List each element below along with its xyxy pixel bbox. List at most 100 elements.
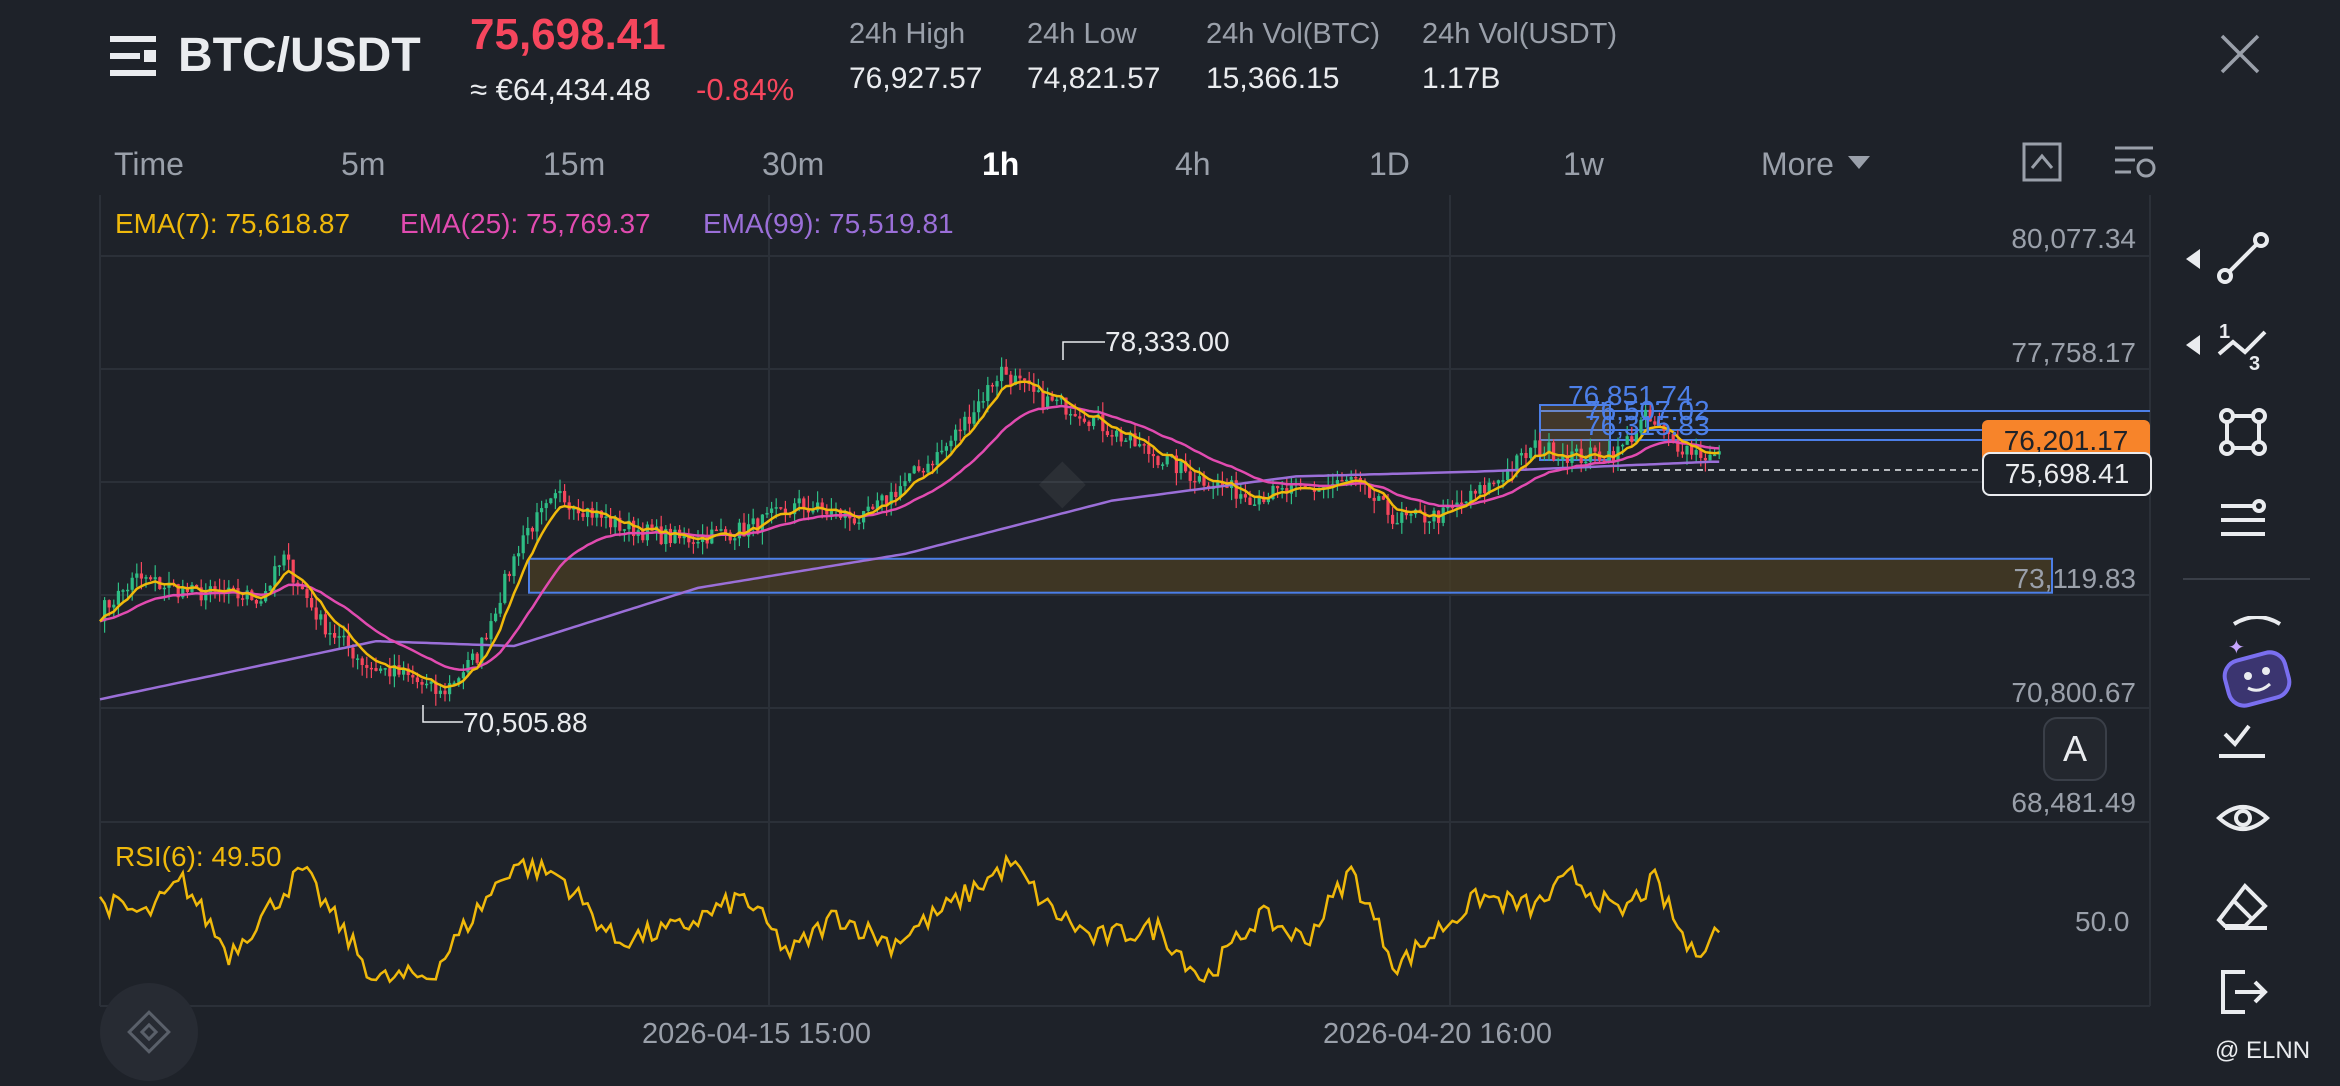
candle-body bbox=[774, 507, 778, 509]
candle-body bbox=[908, 473, 912, 482]
candle-body bbox=[282, 554, 286, 566]
tab-more[interactable]: More bbox=[1761, 146, 1834, 183]
expand-left-icon[interactable] bbox=[2186, 249, 2202, 269]
candle-body bbox=[521, 535, 525, 554]
svg-text:✦: ✦ bbox=[2228, 635, 2245, 659]
tab-30m[interactable]: 30m bbox=[762, 146, 824, 183]
rectangle-tool-icon[interactable] bbox=[2215, 404, 2271, 460]
candle-body bbox=[903, 481, 907, 487]
candle-body bbox=[319, 614, 323, 620]
candle-body bbox=[383, 668, 387, 670]
horizontal-lines-tool-icon[interactable] bbox=[2215, 492, 2271, 548]
candle-body bbox=[420, 682, 424, 685]
candle-body bbox=[673, 529, 677, 544]
high-marker bbox=[1062, 341, 1105, 360]
eraser-icon[interactable] bbox=[2215, 878, 2271, 934]
candle-body bbox=[149, 577, 153, 580]
pair-title[interactable]: BTC/USDT bbox=[178, 28, 421, 83]
candle-body bbox=[1690, 445, 1694, 455]
expand-left-icon-2[interactable] bbox=[2186, 335, 2202, 355]
candle-body bbox=[1023, 378, 1027, 381]
ai-assistant-icon[interactable]: ✦ bbox=[2204, 616, 2310, 716]
svg-text:1: 1 bbox=[2219, 321, 2230, 343]
candle-body bbox=[425, 683, 429, 686]
candle-body bbox=[866, 506, 870, 512]
candle-body bbox=[765, 512, 769, 515]
candle-body bbox=[737, 522, 741, 539]
candle-body bbox=[963, 416, 967, 431]
tab-time[interactable]: Time bbox=[114, 146, 184, 183]
candle-body bbox=[126, 589, 130, 592]
auto-scale-button[interactable]: A bbox=[2043, 717, 2107, 781]
candle-body bbox=[300, 586, 304, 590]
candle-body bbox=[1124, 440, 1128, 442]
candle-body bbox=[949, 440, 953, 447]
exit-drawing-icon[interactable] bbox=[2215, 964, 2271, 1020]
tab-5m[interactable]: 5m bbox=[341, 146, 385, 183]
candle-body bbox=[986, 385, 990, 402]
chart-grid bbox=[99, 195, 2151, 1007]
candle-body bbox=[1161, 464, 1165, 466]
measure-tool-icon[interactable] bbox=[2215, 712, 2271, 768]
low-label: 70,505.88 bbox=[463, 707, 588, 738]
candle-body bbox=[241, 598, 245, 600]
candle-body bbox=[130, 577, 134, 590]
candle-body bbox=[535, 512, 539, 532]
tab-1w[interactable]: 1w bbox=[1563, 146, 1604, 183]
candle-body bbox=[1469, 490, 1473, 502]
close-icon[interactable] bbox=[2218, 32, 2262, 76]
tab-1d[interactable]: 1D bbox=[1369, 146, 1410, 183]
stat-label-high: 24h High bbox=[849, 18, 966, 50]
candle-body bbox=[981, 401, 985, 403]
candle-body bbox=[1073, 414, 1077, 417]
candle-body bbox=[659, 526, 663, 545]
candle-body bbox=[314, 607, 318, 620]
menu-icon[interactable] bbox=[110, 34, 158, 78]
tab-4h[interactable]: 4h bbox=[1175, 146, 1211, 183]
ema7-line bbox=[99, 380, 1720, 689]
candle-body bbox=[461, 672, 465, 679]
caret-down-icon[interactable] bbox=[1848, 156, 1870, 170]
y-tick-6: 68,481.49 bbox=[2011, 787, 2136, 818]
candle-body bbox=[751, 518, 755, 525]
stat-value-vol-btc: 15,366.15 bbox=[1206, 62, 1340, 95]
candle-body bbox=[1354, 477, 1358, 479]
candle-body bbox=[1000, 366, 1004, 382]
candle-body bbox=[484, 637, 488, 640]
candle-body bbox=[1529, 447, 1533, 459]
candle-body bbox=[1188, 471, 1192, 481]
ema7-label: EMA(7): 75,618.87 bbox=[115, 208, 351, 239]
candle-body bbox=[351, 647, 355, 659]
eye-icon[interactable] bbox=[2215, 790, 2271, 846]
candle-body bbox=[530, 527, 534, 532]
candle-body bbox=[944, 446, 948, 451]
candle-body bbox=[1519, 453, 1523, 456]
chart-settings-icon[interactable] bbox=[2113, 142, 2157, 182]
rsi-level-label: 50.0 bbox=[2075, 906, 2130, 937]
ema25-label: EMA(25): 75,769.37 bbox=[400, 208, 651, 239]
fibonacci-tool-icon[interactable]: 1 3 bbox=[2215, 318, 2271, 374]
binance-fab-button[interactable] bbox=[100, 983, 198, 1081]
candle-body bbox=[374, 668, 378, 671]
candle-body bbox=[549, 498, 553, 504]
candle-body bbox=[1377, 496, 1381, 501]
candle-body bbox=[1092, 417, 1096, 427]
candle-body bbox=[1004, 366, 1008, 375]
y-tick-5: 70,800.67 bbox=[2011, 677, 2136, 708]
candle-body bbox=[885, 495, 889, 505]
chart-fullscreen-icon[interactable] bbox=[2022, 142, 2062, 182]
candle-body bbox=[1179, 461, 1183, 474]
tab-15m[interactable]: 15m bbox=[543, 146, 605, 183]
tab-1h[interactable]: 1h bbox=[982, 146, 1019, 183]
candle-body bbox=[1575, 448, 1579, 452]
candle-body bbox=[1584, 461, 1588, 464]
trendline-tool-icon[interactable] bbox=[2215, 230, 2271, 286]
candle-body bbox=[1087, 421, 1091, 427]
support-zone bbox=[528, 557, 2053, 594]
candle-body bbox=[1552, 442, 1556, 461]
x-tick-2: 2026-04-20 16:00 bbox=[1323, 1018, 1552, 1050]
candle-body bbox=[1460, 502, 1464, 505]
candle-body bbox=[1492, 482, 1496, 485]
high-label: 78,333.00 bbox=[1105, 326, 1230, 357]
candle-body bbox=[852, 518, 856, 524]
